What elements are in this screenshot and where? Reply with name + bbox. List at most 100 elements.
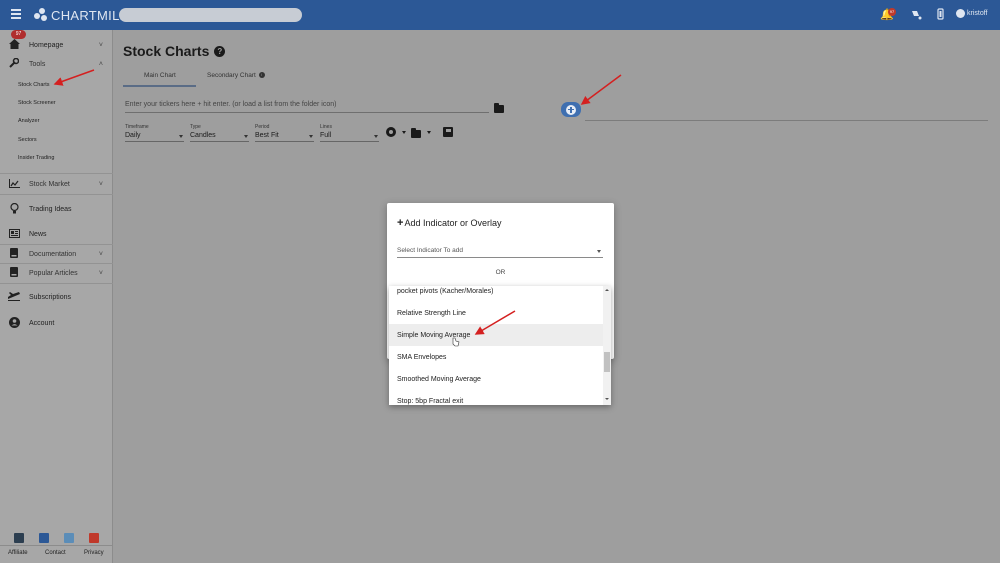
- app-name: CHARTMILL: [51, 7, 128, 23]
- plus-icon: [566, 104, 576, 115]
- or-separator: OR: [495, 269, 506, 276]
- chevron-down-icon: [597, 250, 601, 253]
- menu-icon[interactable]: [11, 9, 21, 19]
- book-icon: [8, 248, 20, 260]
- select-value: Candles: [190, 132, 249, 142]
- lines-select[interactable]: Lines Full: [320, 124, 379, 142]
- page-title: Stock Charts ?: [123, 43, 226, 59]
- chevron-down-icon: ˅: [98, 250, 103, 258]
- active-tab-indicator: [123, 85, 196, 87]
- sidebar-item-tools[interactable]: Tools ˄: [0, 57, 113, 70]
- twitter-icon[interactable]: [64, 533, 74, 543]
- scrollbar[interactable]: [603, 286, 611, 405]
- list-item[interactable]: SMA Envelopes: [389, 346, 603, 368]
- chevron-down-icon: ˅: [98, 41, 103, 49]
- scrollbar-thumb[interactable]: [604, 352, 610, 372]
- battery-icon[interactable]: [933, 8, 947, 22]
- divider: [0, 173, 113, 174]
- scroll-up-icon[interactable]: [605, 289, 609, 291]
- sidebar-item-label: Stock Market: [29, 180, 70, 188]
- account-icon: [8, 316, 20, 330]
- chevron-down-icon[interactable]: [427, 131, 431, 134]
- list-item-highlighted[interactable]: Simple Moving Average: [389, 324, 603, 346]
- user-menu[interactable]: kristoff: [956, 9, 988, 18]
- sidebar-item-account[interactable]: Account: [0, 316, 113, 330]
- notification-badge: 97: [888, 8, 896, 16]
- sidebar-item-label: Homepage: [29, 41, 64, 49]
- sidebar-subitem-insider-trading[interactable]: Insider Trading: [18, 155, 54, 161]
- sidebar-item-label: Popular Articles: [29, 269, 78, 277]
- user-icon: [956, 9, 965, 18]
- divider: [0, 194, 113, 195]
- app-logo[interactable]: CHARTMILL: [34, 7, 127, 23]
- sidebar-item-trading-ideas[interactable]: Trading Ideas: [0, 202, 113, 216]
- folder-icon[interactable]: [494, 103, 504, 113]
- indicator-bar-underline: [585, 120, 988, 121]
- sidebar-subitem-stock-screener[interactable]: Stock Screener: [18, 100, 56, 106]
- sidebar-item-popular-articles[interactable]: Popular Articles ˅: [0, 267, 113, 279]
- select-value: Daily: [125, 132, 184, 142]
- chevron-down-icon: ˅: [98, 269, 103, 277]
- select-label: Period: [255, 124, 270, 130]
- tab-main-chart[interactable]: Main Chart: [144, 72, 176, 79]
- dialog-title: +Add Indicator or Overlay: [397, 217, 502, 229]
- sidebar-item-label: Trading Ideas: [29, 205, 72, 213]
- book-icon: [8, 267, 20, 279]
- plane-icon: [8, 291, 20, 303]
- sidebar-subitem-sectors[interactable]: Sectors: [18, 137, 37, 143]
- type-select[interactable]: Type Candles: [190, 124, 249, 142]
- youtube-icon[interactable]: [89, 533, 99, 543]
- top-bar: CHARTMILL 🔔 97 kristoff: [0, 0, 1000, 30]
- logo-icon: [34, 8, 48, 22]
- gear-icon[interactable]: [386, 127, 396, 137]
- sidebar-item-news[interactable]: News: [0, 227, 113, 241]
- tab-secondary-chart[interactable]: Secondary Chart i: [207, 72, 265, 79]
- chevron-down-icon: ˅: [98, 180, 103, 188]
- contact-link[interactable]: Contact: [45, 550, 66, 556]
- homepage-badge: 97: [11, 30, 26, 39]
- list-item[interactable]: Smoothed Moving Average: [389, 368, 603, 390]
- username: kristoff: [967, 10, 988, 17]
- sidebar-item-label: Subscriptions: [29, 293, 72, 301]
- chevron-down-icon[interactable]: [402, 131, 406, 134]
- wrench-icon: [8, 57, 20, 70]
- sidebar-item-documentation[interactable]: Documentation ˅: [0, 248, 113, 260]
- sidebar-subitem-stock-charts[interactable]: Stock Charts: [18, 82, 49, 88]
- palette-icon[interactable]: [909, 8, 923, 22]
- sidebar-item-label: Tools: [29, 60, 46, 68]
- folder-icon[interactable]: [411, 128, 421, 138]
- home-icon: [8, 39, 20, 51]
- period-select[interactable]: Period Best Fit: [255, 124, 314, 142]
- sidebar-item-subscriptions[interactable]: Subscriptions: [0, 290, 113, 304]
- sidebar-item-stock-market[interactable]: Stock Market ˅: [0, 178, 113, 190]
- save-icon[interactable]: [443, 127, 453, 137]
- list-item[interactable]: Relative Strength Line: [389, 302, 603, 324]
- timeframe-select[interactable]: Timeframe Daily: [125, 124, 184, 142]
- indicator-select[interactable]: Select Indicator To add: [397, 247, 603, 258]
- indicator-dropdown-list[interactable]: pocket pivots (Kacher/Morales) Relative …: [389, 286, 611, 405]
- sidebar-item-label: News: [29, 230, 47, 238]
- lightbulb-icon: [8, 202, 20, 216]
- ticker-input[interactable]: Enter your tickers here + hit enter. (or…: [125, 101, 489, 113]
- scroll-down-icon[interactable]: [605, 398, 609, 400]
- info-icon[interactable]: i: [258, 72, 265, 79]
- sidebar-subitem-analyzer[interactable]: Analyzer: [18, 118, 39, 124]
- affiliate-link[interactable]: Affiliate: [8, 550, 28, 556]
- sidebar: Homepage ˅ 97 Tools ˄ Stock Charts Stock…: [0, 30, 113, 563]
- select-value: Best Fit: [255, 132, 314, 142]
- help-icon[interactable]: ?: [214, 45, 226, 57]
- search-input[interactable]: [119, 8, 302, 22]
- list-item[interactable]: pocket pivots (Kacher/Morales): [389, 286, 603, 302]
- stocktwits-icon[interactable]: [14, 533, 24, 543]
- facebook-icon[interactable]: [39, 533, 49, 543]
- add-indicator-button[interactable]: [561, 102, 581, 117]
- privacy-link[interactable]: Privacy: [84, 550, 104, 556]
- list-item[interactable]: Stop: 5bp Fractal exit: [389, 390, 603, 405]
- chart-icon: [8, 178, 20, 190]
- select-label: Lines: [320, 124, 332, 130]
- chevron-up-icon: ˄: [98, 60, 103, 68]
- divider: [0, 263, 113, 264]
- select-label: Type: [190, 124, 201, 130]
- sidebar-item-label: Documentation: [29, 250, 77, 258]
- sidebar-item-homepage[interactable]: Homepage ˅: [0, 38, 113, 52]
